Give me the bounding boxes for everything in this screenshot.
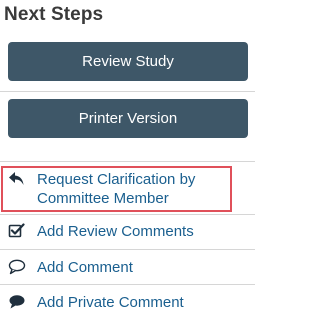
add-review-comments-action[interactable]: Add Review Comments bbox=[0, 215, 255, 249]
next-steps-panel: Next Steps Review Study Printer Version … bbox=[0, 0, 255, 314]
review-study-button[interactable]: Review Study bbox=[8, 42, 248, 81]
printer-version-button[interactable]: Printer Version bbox=[8, 99, 248, 138]
request-clarification-action[interactable]: Request Clarification by Committee Membe… bbox=[0, 166, 255, 212]
add-comment-label[interactable]: Add Comment bbox=[37, 258, 133, 277]
divider bbox=[0, 161, 255, 162]
speech-bubble-filled-icon bbox=[8, 294, 26, 310]
reply-arrow-icon bbox=[8, 171, 26, 187]
checkbox-checked-icon bbox=[8, 223, 26, 239]
request-clarification-label-line1[interactable]: Request Clarification by bbox=[37, 170, 195, 189]
divider bbox=[0, 91, 255, 92]
speech-bubble-outline-icon bbox=[8, 259, 26, 275]
next-steps-heading: Next Steps bbox=[4, 4, 104, 25]
add-comment-action[interactable]: Add Comment bbox=[0, 250, 255, 284]
add-private-comment-label[interactable]: Add Private Comment bbox=[37, 293, 184, 312]
add-review-comments-label[interactable]: Add Review Comments bbox=[37, 222, 194, 241]
add-private-comment-action[interactable]: Add Private Comment bbox=[0, 285, 255, 314]
request-clarification-label-line2[interactable]: Committee Member bbox=[37, 189, 169, 208]
